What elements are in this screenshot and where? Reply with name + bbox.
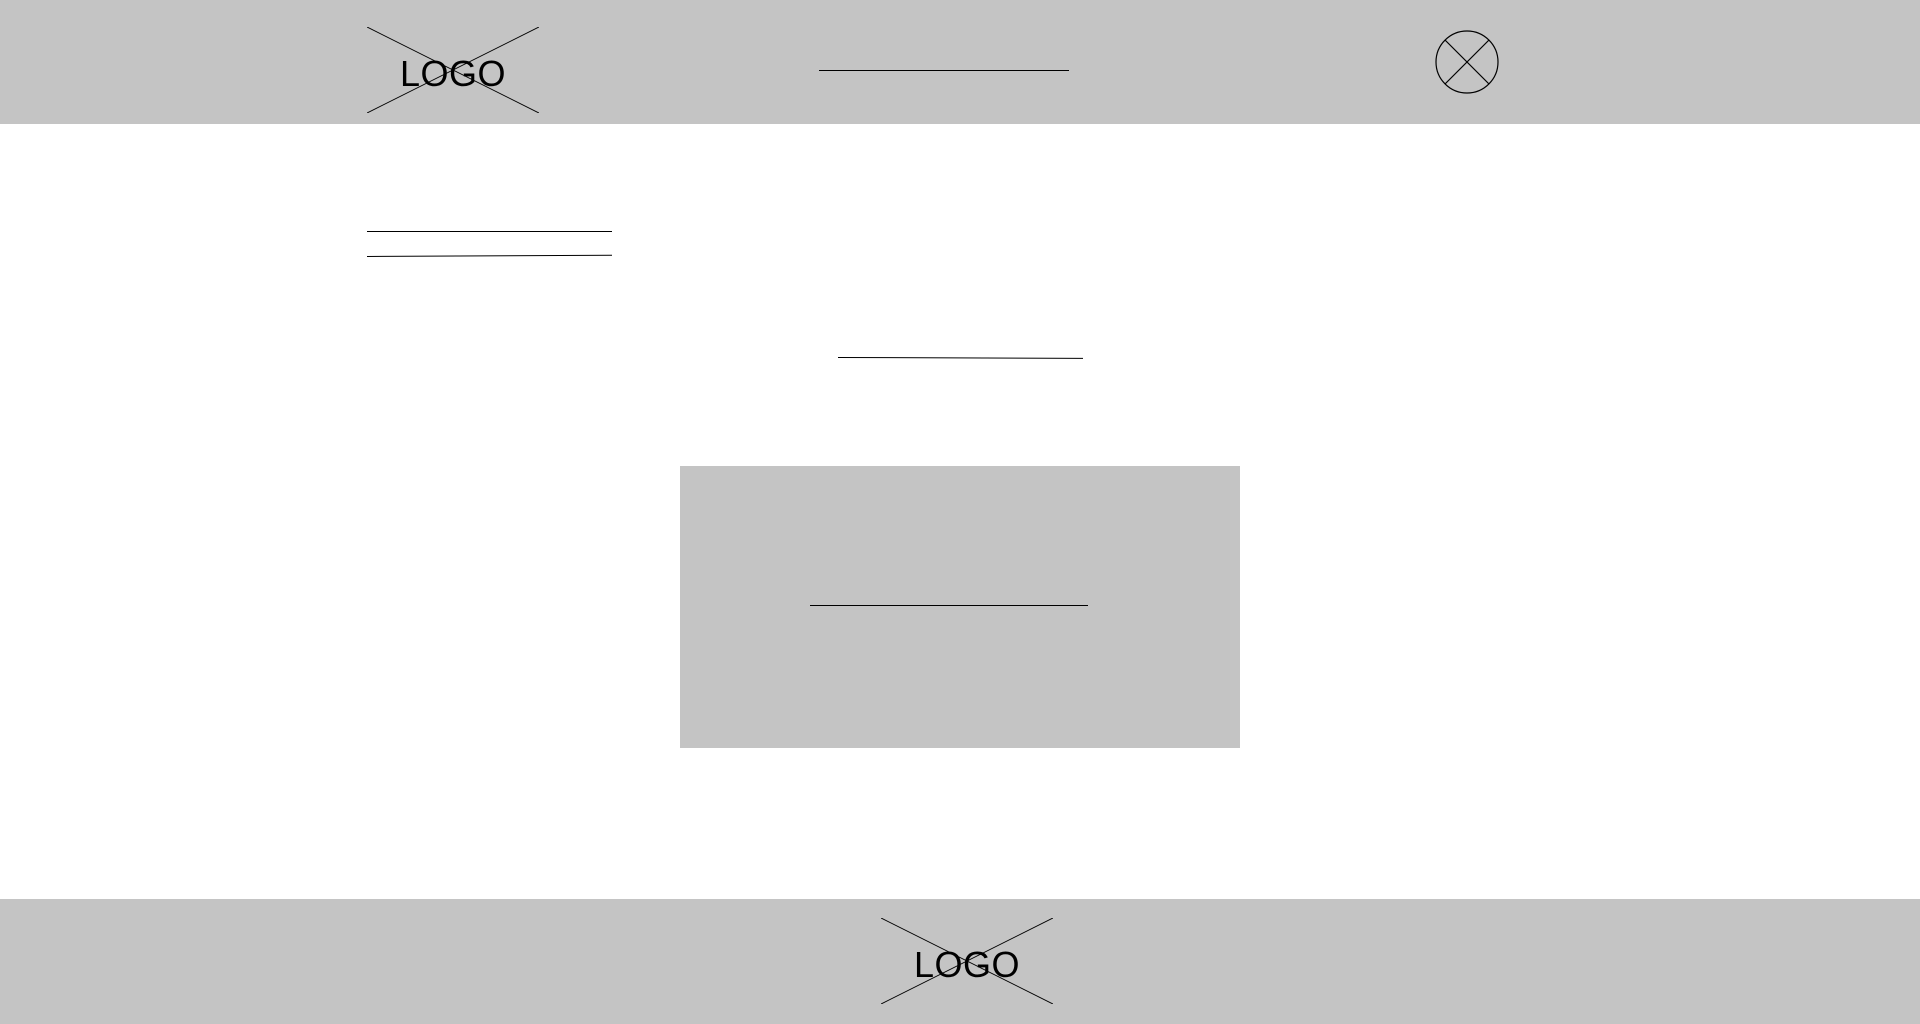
footer-logo[interactable]: LOGO [881, 918, 1053, 1004]
content-card [680, 466, 1240, 748]
heading-line-1 [367, 231, 612, 232]
header: LOGO [0, 0, 1920, 124]
subheading-line [837, 357, 1084, 359]
header-logo-text: LOGO [399, 53, 507, 94]
nav-placeholder-line[interactable] [819, 70, 1069, 71]
footer: LOGO [0, 899, 1920, 1024]
card-text-line [810, 605, 1088, 606]
circle-x-icon[interactable] [1435, 30, 1499, 94]
heading-line-2 [366, 254, 612, 257]
footer-logo-text: LOGO [913, 944, 1021, 985]
header-logo[interactable]: LOGO [367, 27, 539, 113]
page: LOGO LOGO [0, 0, 1920, 1024]
